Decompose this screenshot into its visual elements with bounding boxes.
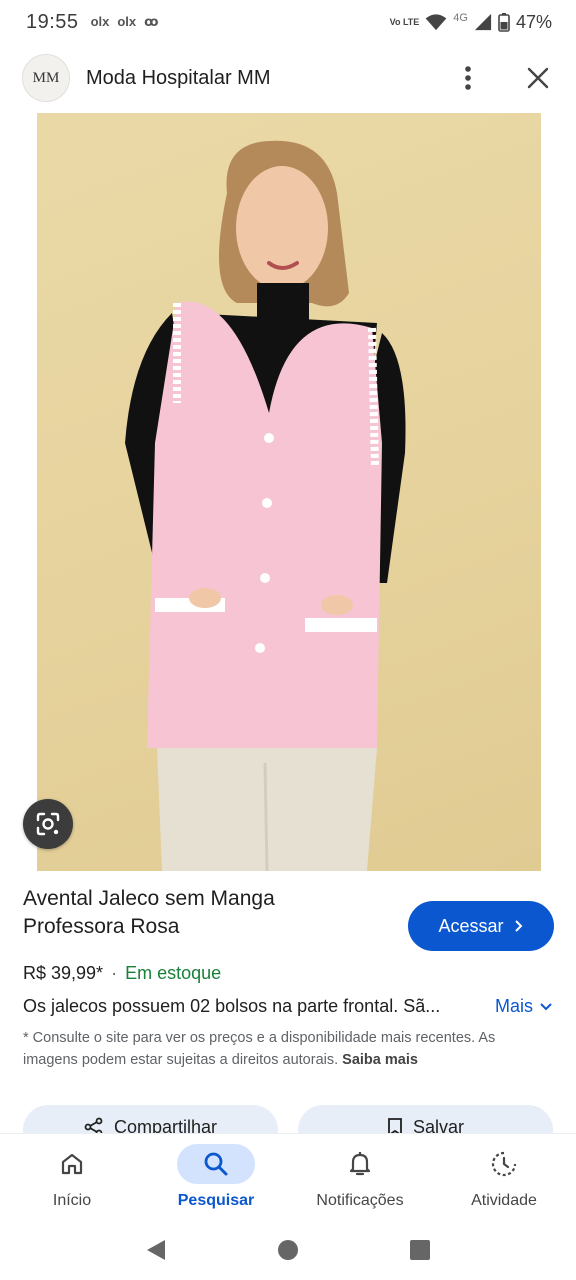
olx-icon: olx [90,14,110,29]
product-description: Os jalecos possuem 02 bolsos na parte fr… [23,996,441,1016]
activity-icon [472,1144,536,1184]
lens-icon [36,812,60,836]
system-navigation [0,1224,576,1280]
stock-status: Em estoque [125,963,222,983]
bottom-navigation: Início Pesquisar Notificações Atividade [0,1133,576,1223]
battery-icon [498,13,510,32]
nav-home[interactable]: Início [0,1134,144,1223]
recents-button[interactable] [409,1239,431,1266]
separator-dot: · [111,963,118,983]
voicemail-icon: ꝏ [144,14,159,29]
nav-notifications[interactable]: Notificações [288,1134,432,1223]
bell-icon [328,1144,392,1184]
search-icon [177,1144,255,1184]
olx-icon: olx [117,14,137,29]
product-title: Avental Jaleco sem Manga Professora Rosa [23,887,275,938]
more-vert-icon [465,66,471,90]
status-bar: 19:55 olx olx ꝏ Vo LTE 4G 47% [0,0,576,44]
nav-home-label: Início [52,1192,92,1209]
more-button[interactable]: Mais [495,996,553,1017]
network-type: 4G [453,12,468,24]
chevron-down-icon [540,1002,552,1010]
recents-icon [410,1239,430,1260]
home-icon [40,1144,104,1184]
volte-icon: Vo LTE [389,16,420,27]
close-icon [527,67,549,89]
result-header: MM Moda Hospitalar MM [0,48,576,108]
notification-icons: olx olx ꝏ [91,14,159,30]
learn-more-link[interactable]: Saiba mais [342,1052,418,1068]
chevron-right-icon [514,920,522,932]
site-logo: MM [22,54,70,102]
product-image-area [0,113,576,871]
nav-activity-label: Atividade [471,1192,537,1209]
back-icon [147,1239,165,1260]
model-illustration [125,140,406,871]
product-price: R$ 39,99* [23,963,104,983]
visit-button[interactable]: Acessar [408,901,554,951]
lens-search-button[interactable] [23,799,73,849]
close-button[interactable] [522,62,554,94]
home-button[interactable] [277,1239,299,1266]
disclaimer: * Consulte o site para ver os preços e a… [23,1030,496,1068]
status-time: 19:55 [26,10,79,33]
home-circle-icon [278,1239,298,1260]
battery-percent: 47% [515,11,552,32]
more-options-button[interactable] [452,62,484,94]
nav-search[interactable]: Pesquisar [144,1134,288,1223]
visit-button-label: Acessar [438,915,504,936]
nav-search-label: Pesquisar [177,1192,255,1209]
nav-notifications-label: Notificações [316,1192,404,1209]
signal-icon [474,13,492,31]
wifi-icon [425,14,447,31]
site-title: Moda Hospitalar MM [86,66,271,89]
back-button[interactable] [145,1238,167,1267]
product-image[interactable] [37,113,541,871]
product-info: Avental Jaleco sem Manga Professora Rosa… [0,871,576,1137]
nav-activity[interactable]: Atividade [432,1134,576,1223]
